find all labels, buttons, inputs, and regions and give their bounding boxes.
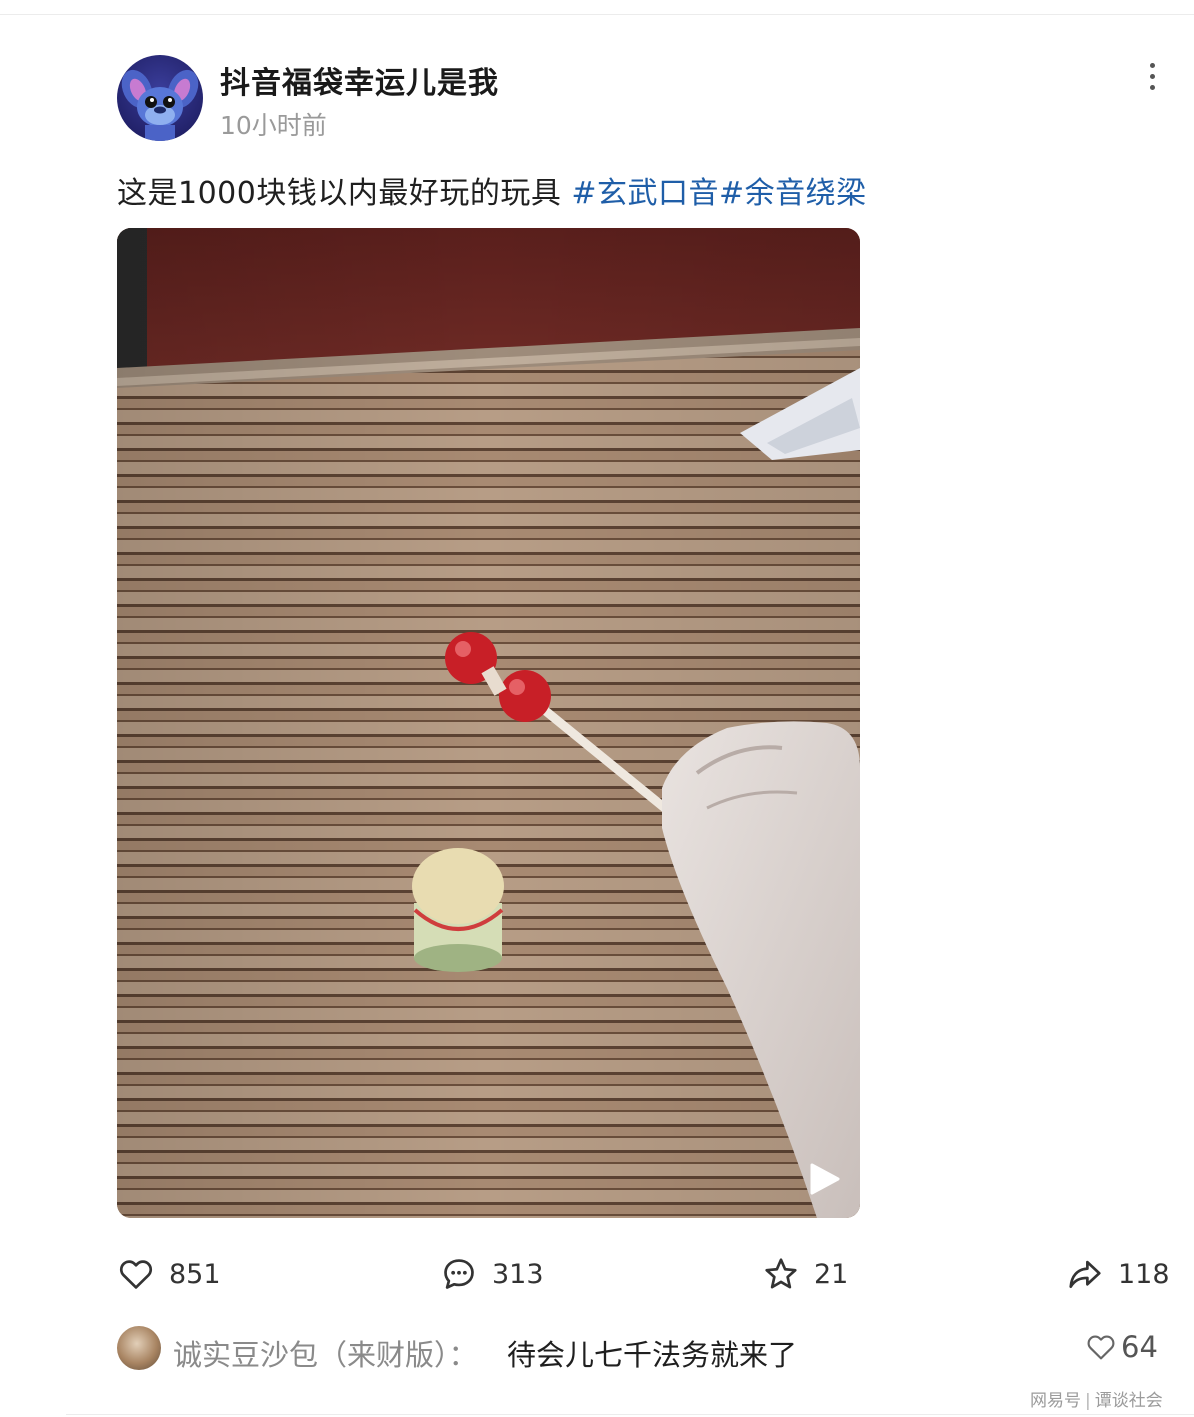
comment-like-count: 64 — [1121, 1330, 1158, 1364]
bottom-divider — [66, 1414, 1194, 1415]
top-divider — [0, 14, 1194, 15]
watermark-separator: | — [1085, 1391, 1091, 1411]
author-name[interactable]: 抖音福袋幸运儿是我 — [220, 58, 499, 102]
like-button[interactable]: 851 — [117, 1254, 221, 1294]
top-comment[interactable]: 诚实豆沙包（来财版）： 待会儿七千法务就来了 64 — [117, 1326, 1167, 1372]
post-text: 这是1000块钱以内最好玩的玩具 #玄武口音#余音绕梁 — [117, 168, 867, 212]
author-avatar[interactable] — [117, 55, 203, 141]
avatar-character-image — [121, 69, 199, 141]
comment-button[interactable]: 313 — [440, 1254, 544, 1294]
hashtag-link[interactable]: #余音绕梁 — [719, 176, 867, 211]
comment-count: 313 — [492, 1258, 544, 1290]
post-body: 这是1000块钱以内最好玩的玩具 — [117, 176, 572, 211]
more-vertical-icon[interactable] — [1140, 60, 1164, 94]
share-button[interactable]: 118 — [1066, 1254, 1170, 1294]
post-time: 10小时前 — [220, 111, 327, 140]
favorite-button[interactable]: 21 — [762, 1254, 848, 1294]
watermark: 网易号 | 谭谈社会 — [1030, 1386, 1163, 1411]
video-frame-image — [117, 228, 860, 1218]
commenter-name[interactable]: 诚实豆沙包（来财版）： — [173, 1332, 478, 1374]
share-count: 118 — [1118, 1258, 1170, 1290]
star-icon — [765, 1258, 797, 1289]
hashtag-link[interactable]: #玄武口音 — [571, 176, 719, 211]
comment-text: 待会儿七千法务就来了 — [507, 1338, 798, 1372]
favorite-count: 21 — [814, 1258, 849, 1290]
commenter-avatar[interactable] — [117, 1326, 161, 1370]
video-thumbnail[interactable] — [117, 228, 860, 1218]
heart-icon — [119, 1260, 153, 1289]
heart-icon — [1087, 1335, 1115, 1360]
comment-like-button[interactable]: 64 — [1085, 1330, 1158, 1364]
watermark-platform: 网易号 — [1030, 1391, 1081, 1411]
play-icon[interactable] — [806, 1161, 842, 1197]
comment-bubble-icon — [444, 1259, 474, 1289]
share-arrow-icon — [1069, 1260, 1101, 1289]
like-count: 851 — [169, 1258, 221, 1290]
watermark-source: 谭谈社会 — [1094, 1391, 1163, 1411]
